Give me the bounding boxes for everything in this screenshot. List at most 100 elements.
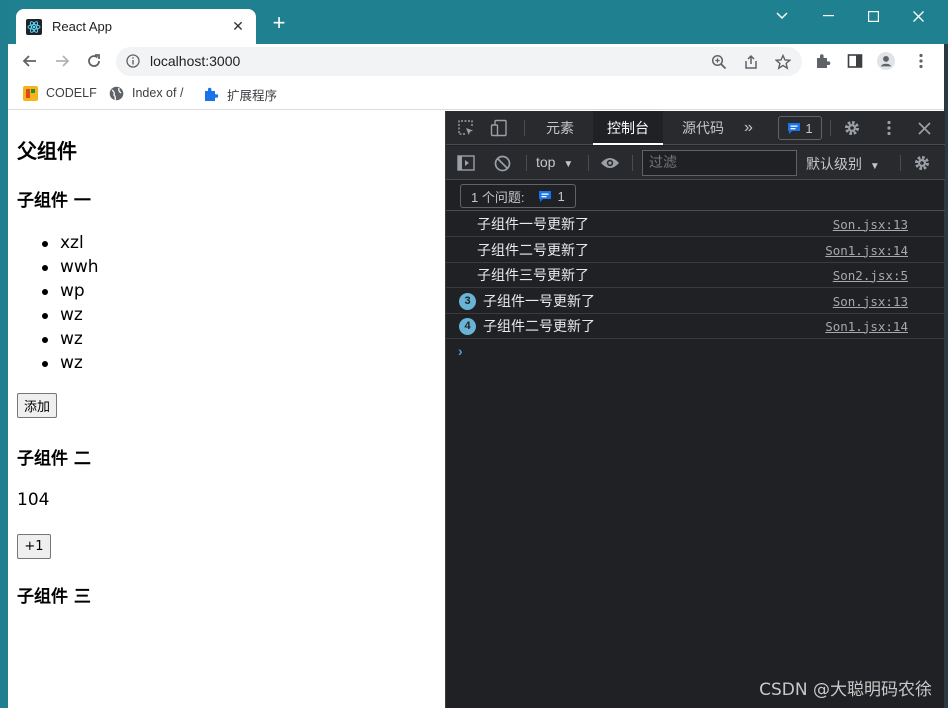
log-message: 子组件一号更新了 xyxy=(483,294,595,310)
settings-gear-icon[interactable] xyxy=(843,119,861,137)
filter-input[interactable] xyxy=(642,150,797,176)
live-expression-eye-icon[interactable] xyxy=(599,154,621,172)
forward-icon[interactable] xyxy=(52,51,72,71)
parent-heading: 父组件 xyxy=(17,139,77,163)
device-toolbar-icon[interactable] xyxy=(490,119,508,137)
bookmark-label: CODELF xyxy=(46,86,97,100)
tab-title: React App xyxy=(52,19,112,34)
tab-search-icon[interactable] xyxy=(772,6,792,26)
reload-icon[interactable] xyxy=(84,51,104,71)
list-item: wwh xyxy=(42,257,99,277)
issues-counter-button[interactable]: 1 xyxy=(778,116,822,140)
tab-console[interactable]: 控制台 xyxy=(593,111,663,145)
list-item: wp xyxy=(42,279,99,303)
source-link[interactable]: Son.jsx:13 xyxy=(833,217,908,232)
puzzle-icon xyxy=(203,87,219,103)
source-link[interactable]: Son.jsx:13 xyxy=(833,294,908,309)
divider xyxy=(588,155,589,171)
dropdown-arrow-icon: ▼ xyxy=(563,159,574,170)
tab-elements[interactable]: 元素 xyxy=(532,111,588,145)
issues-label: 1 个问题: xyxy=(471,189,525,205)
new-tab-button[interactable]: + xyxy=(270,12,288,34)
list-item: wz xyxy=(42,303,99,327)
react-icon xyxy=(26,18,42,35)
devtools-menu-icon[interactable] xyxy=(880,119,898,137)
console-message: 子组件三号更新了 Son2.jsx:5 xyxy=(446,263,945,288)
close-window-icon[interactable] xyxy=(908,6,928,26)
extensions-icon[interactable] xyxy=(814,52,832,70)
minimize-icon[interactable] xyxy=(818,6,838,26)
devtools-panel: 元素 控制台 源代码 » 1 top ▼ 过滤 默认级别 ▼ 1 个问题: 1 … xyxy=(445,111,945,708)
console-message: 4 子组件二号更新了 Son1.jsx:14 xyxy=(446,314,945,339)
tab-bar: React App ✕ + xyxy=(8,0,944,44)
menu-kebab-icon[interactable] xyxy=(912,52,930,70)
clear-console-icon[interactable] xyxy=(493,154,511,172)
console-message: 子组件二号更新了 Son1.jsx:14 xyxy=(446,238,945,263)
bookmark-label: Index of / xyxy=(132,86,184,100)
inspect-element-icon[interactable] xyxy=(457,119,475,137)
site-info-icon[interactable] xyxy=(126,54,140,73)
list-item: xzl xyxy=(42,231,99,255)
divider xyxy=(830,120,831,136)
log-level-select[interactable]: 默认级别 ▼ xyxy=(806,154,880,174)
child1-heading: 子组件 一 xyxy=(17,191,91,211)
repeat-count-badge: 3 xyxy=(459,292,476,310)
tab-react-app[interactable]: React App ✕ xyxy=(16,9,256,44)
more-tabs-icon[interactable]: » xyxy=(738,111,759,145)
dropdown-arrow-icon: ▼ xyxy=(869,161,880,172)
share-icon[interactable] xyxy=(742,53,760,71)
add-button[interactable]: 添加 xyxy=(17,393,58,418)
tab-close-icon[interactable]: ✕ xyxy=(230,18,246,35)
tab-sources[interactable]: 源代码 xyxy=(668,111,738,145)
console-message: 子组件一号更新了 Son.jsx:13 xyxy=(446,212,945,237)
counter-value: 104 xyxy=(17,490,50,510)
url-text: localhost:3000 xyxy=(150,53,241,69)
log-message: 子组件二号更新了 xyxy=(477,243,589,259)
divider xyxy=(526,155,527,171)
address-bar[interactable]: localhost:3000 xyxy=(116,47,802,76)
side-panel-icon[interactable] xyxy=(846,52,864,70)
child2-heading: 子组件 二 xyxy=(17,449,91,469)
issues-badge-count: 1 xyxy=(557,188,565,204)
bookmark-index-of[interactable]: Index of / xyxy=(108,85,183,101)
zoom-icon[interactable] xyxy=(710,53,728,71)
globe-icon xyxy=(108,85,124,101)
repeat-count-badge: 4 xyxy=(459,317,476,335)
name-list: xzl wwh wp wz wz wz xyxy=(42,231,99,375)
divider xyxy=(900,155,901,171)
log-message: 子组件三号更新了 xyxy=(477,268,589,284)
divider xyxy=(632,155,633,171)
list-item: wz xyxy=(42,351,99,375)
log-message: 子组件二号更新了 xyxy=(483,319,595,335)
profile-avatar-icon[interactable] xyxy=(877,52,895,70)
sidebar-toggle-icon[interactable] xyxy=(457,154,475,172)
message-icon xyxy=(539,190,552,202)
source-link[interactable]: Son1.jsx:14 xyxy=(825,319,908,334)
bookmarks-bar: CODELF Index of / 扩展程序 xyxy=(8,78,944,110)
issues-bar: 1 个问题: 1 xyxy=(446,181,945,211)
child3-heading: 子组件 三 xyxy=(17,587,91,607)
source-link[interactable]: Son2.jsx:5 xyxy=(833,268,908,283)
bookmark-extensions[interactable]: 扩展程序 xyxy=(203,85,277,104)
watermark: CSDN @大聪明码农徐 xyxy=(759,680,932,700)
close-devtools-icon[interactable] xyxy=(916,120,932,136)
bookmark-label: 扩展程序 xyxy=(227,89,278,103)
list-item: wz xyxy=(42,327,99,351)
issues-count: 1 xyxy=(805,120,813,136)
back-icon[interactable] xyxy=(20,51,40,71)
console-message: 3 子组件一号更新了 Son.jsx:13 xyxy=(446,289,945,314)
context-select[interactable]: top ▼ xyxy=(536,154,573,170)
issues-button[interactable]: 1 个问题: 1 xyxy=(460,184,576,208)
console-settings-icon[interactable] xyxy=(913,154,931,172)
maximize-icon[interactable] xyxy=(863,6,883,26)
codelf-icon xyxy=(22,85,38,101)
increment-button[interactable]: +1 xyxy=(17,534,51,559)
source-link[interactable]: Son1.jsx:14 xyxy=(825,243,908,258)
page-content: 父组件 子组件 一 xzl wwh wp wz wz wz 添加 子组件 二 1… xyxy=(8,111,445,708)
log-message: 子组件一号更新了 xyxy=(477,217,589,233)
message-icon xyxy=(788,122,801,134)
browser-toolbar: localhost:3000 xyxy=(8,44,944,78)
bookmark-star-icon[interactable] xyxy=(774,53,792,71)
bookmark-codelf[interactable]: CODELF xyxy=(22,85,97,101)
console-prompt[interactable]: › xyxy=(458,343,463,359)
